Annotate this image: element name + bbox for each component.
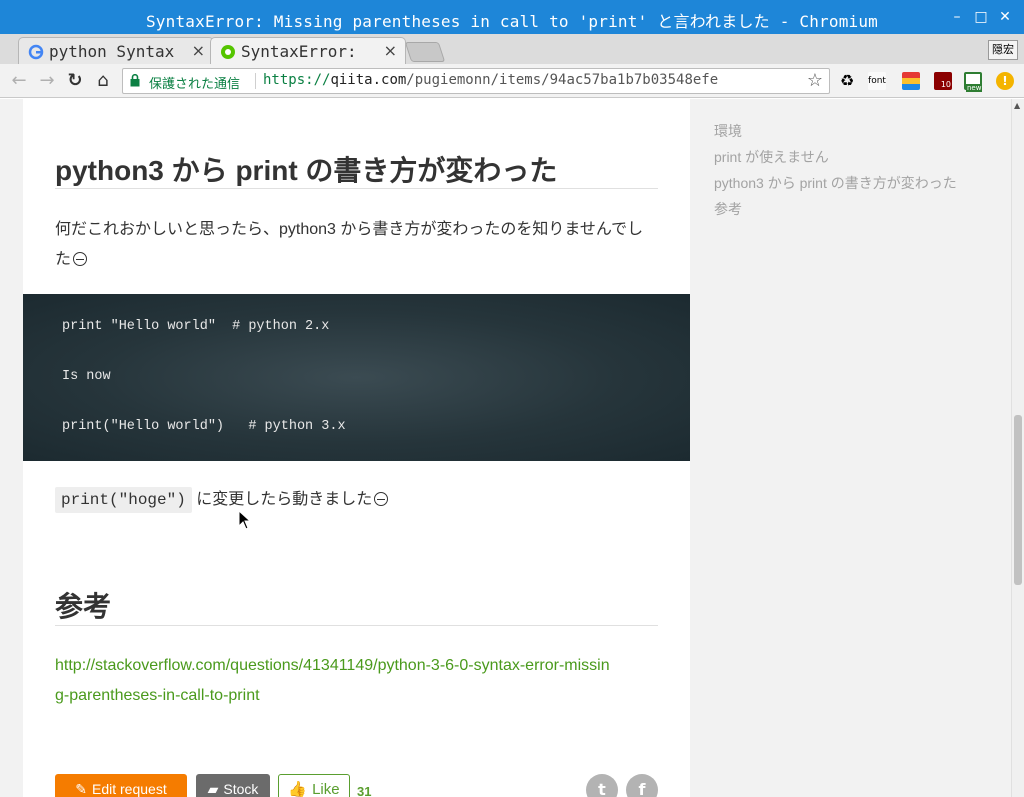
table-of-contents: 環境 print が使えません python3 から print の書き方が変わ… [714,121,1004,225]
paragraph-text: に変更したら動きました [191,491,373,508]
scrollbar-thumb[interactable] [1014,415,1022,585]
new-tab-button[interactable] [404,42,446,62]
toc-item-environment[interactable]: 環境 [714,121,1004,147]
paragraph-intro: 何だこれおかしいと思ったら、python3 から書き方が変わったのを知りませんで… [55,215,658,275]
minimize-button[interactable]: – [946,6,968,28]
url-path: /pugiemonn/items/94ac57ba1b7b03548efe [406,72,719,88]
section-heading-references: 参考 [55,591,112,622]
tab-strip: python Syntax × SyntaxError: × 隠宏 [0,34,1024,64]
paragraph-text: 何だこれおかしいと思ったら、python3 から書き方が変わったのを知りませんで… [55,221,644,268]
stackoverflow-link[interactable]: http://stackoverflow.com/questions/41341… [55,657,610,674]
page-scrollbar[interactable]: ▲ [1011,99,1024,797]
like-button[interactable]: 👍 Like [278,774,350,797]
tab-label: SyntaxError: [241,42,357,61]
ublock-extension-icon[interactable]: 10 [934,72,952,90]
lock-icon [130,74,140,87]
thumbs-up-icon: 👍 [288,781,308,797]
facebook-share-button[interactable]: f [626,774,658,797]
palette-extension-icon[interactable] [902,72,920,90]
code-line: print("Hello world") # python 3.x [62,419,346,434]
toc-item-print-unavailable[interactable]: print が使えません [714,147,1004,173]
bookmark-star-icon[interactable]: ☆ [807,70,823,91]
url-host: qiita.com [330,72,407,88]
url-scheme: https:// [263,72,331,88]
mouse-cursor-icon [238,510,252,530]
code-line: Is now [62,369,111,384]
like-count[interactable]: 31 [357,777,371,797]
tab-close-button[interactable]: × [384,41,397,60]
edit-request-button[interactable]: ✎ Edit request [55,774,187,797]
toc-item-references[interactable]: 参考 [714,199,1004,225]
inline-code: print("hoge") [55,487,192,513]
twitter-share-button[interactable]: t [586,774,618,797]
url-text: https://qiita.com/pugiemonn/items/94ac57… [263,72,718,88]
close-window-button[interactable]: ✕ [994,6,1016,28]
window-title: SyntaxError: Missing parentheses in call… [145,12,879,31]
new-badge: new [966,84,983,92]
tab-google-search[interactable]: python Syntax × [18,37,214,64]
tab-qiita-article[interactable]: SyntaxError: × [210,37,406,64]
heading-divider [55,188,658,189]
scroll-up-arrow-icon[interactable]: ▲ [1014,101,1020,110]
grimace-emoji-icon [73,252,88,266]
reference-link[interactable]: http://stackoverflow.com/questions/41341… [55,651,658,711]
warning-extension-icon[interactable]: ! [996,72,1014,90]
ime-indicator[interactable]: 隠宏 [988,40,1018,60]
forward-button[interactable]: → [36,70,58,92]
reload-button[interactable]: ↻ [64,70,86,92]
code-line: print "Hello world" # python 2.x [62,319,330,334]
maximize-button[interactable]: □ [970,6,992,28]
tab-close-button[interactable]: × [192,41,205,60]
pencil-icon: ✎ [75,781,87,797]
address-bar[interactable]: 保護された通信 https://qiita.com/pugiemonn/item… [122,68,830,94]
recycle-extension-icon[interactable]: ♻ [838,72,856,90]
back-button[interactable]: ← [8,70,30,92]
page-viewport: python3 から print の書き方が変わった 何だこれおかしいと思ったら… [0,99,1011,797]
qiita-icon [221,45,235,59]
article-body: python3 から print の書き方が変わった 何だこれおかしいと思ったら… [23,99,690,797]
toc-item-print-change[interactable]: python3 から print の書き方が変わった [714,173,1004,199]
new-extension-icon[interactable]: new [964,72,983,92]
section-heading-print-change: python3 から print の書き方が変わった [55,155,558,186]
code-block: print "Hello world" # python 2.x Is now … [23,294,690,461]
font-extension-icon[interactable]: font [868,72,886,90]
stock-button[interactable]: ▰ Stock [196,774,270,797]
like-label: Like [312,781,340,797]
heading-divider [55,625,658,626]
omnibox-divider [255,73,256,89]
edit-request-label: Edit request [92,781,167,797]
folder-icon: ▰ [207,781,219,797]
smile-emoji-icon [374,492,389,506]
home-button[interactable]: ⌂ [92,70,114,92]
google-icon [28,44,44,60]
window-titlebar: SyntaxError: Missing parentheses in call… [0,0,1024,34]
tab-label: python Syntax [49,42,175,61]
stackoverflow-link-cont[interactable]: g-parentheses-in-call-to-print [55,687,260,704]
secure-connection-label: 保護された通信 [149,77,241,92]
paragraph-result: print("hoge") に変更したら動きました [55,485,658,515]
browser-toolbar: ← → ↻ ⌂ 保護された通信 https://qiita.com/pugiem… [0,64,1024,98]
stock-label: Stock [223,781,259,797]
